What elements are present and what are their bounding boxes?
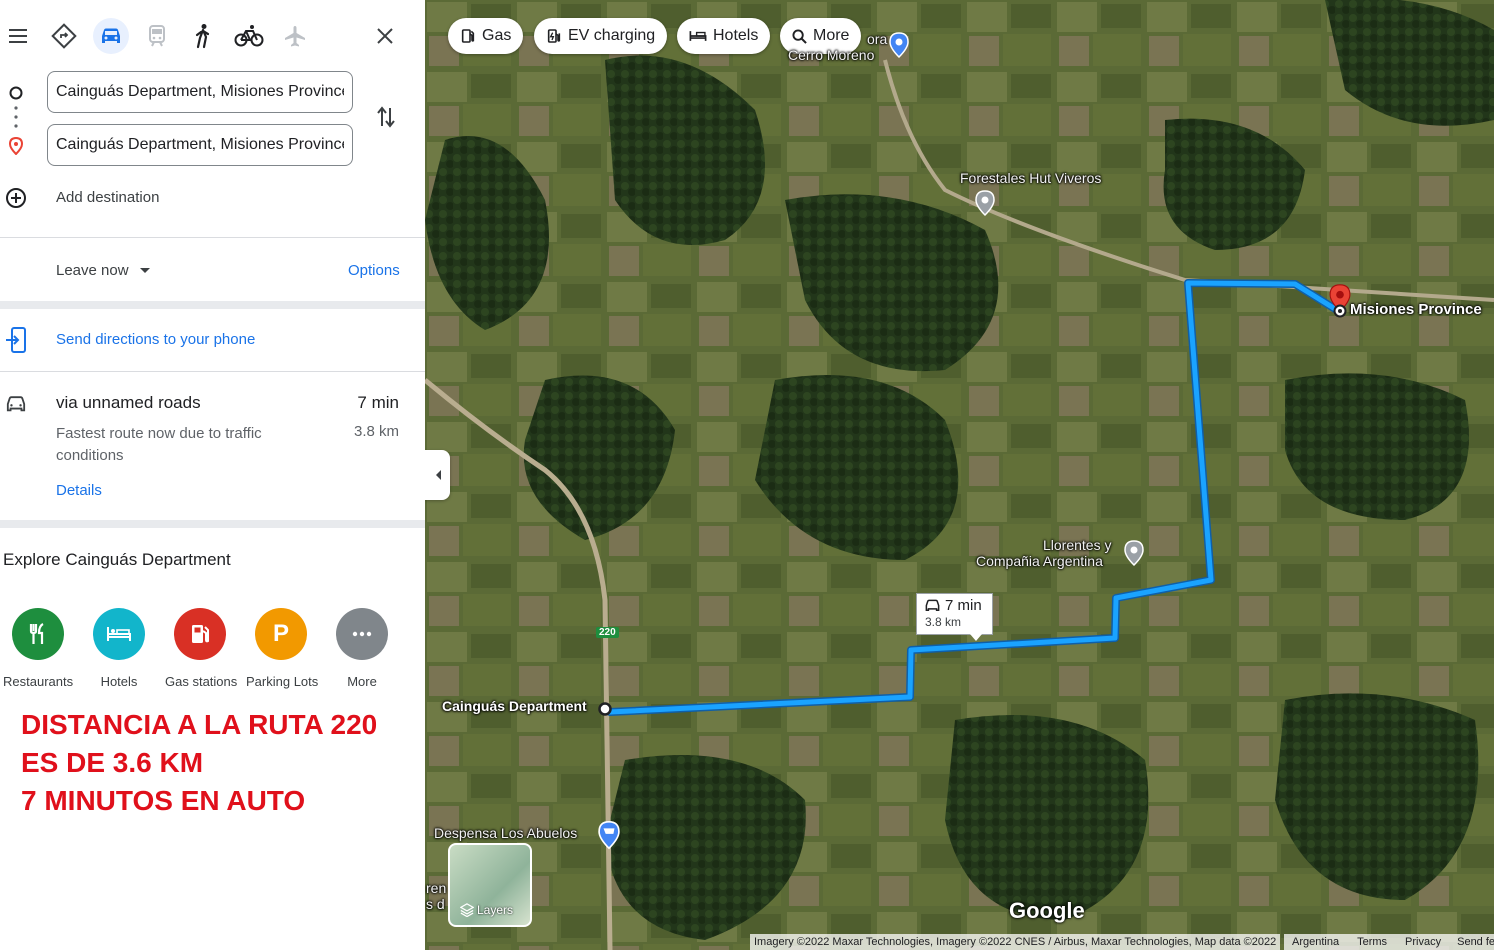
annotation-line: ES DE 3.6 KM — [21, 747, 204, 778]
route-box-distance: 3.8 km — [925, 615, 962, 629]
hotels-chip[interactable]: Hotels — [677, 18, 771, 54]
section-separator — [0, 520, 425, 528]
search-icon — [792, 28, 807, 44]
send-to-phone-icon[interactable] — [5, 327, 27, 358]
layers-icon — [460, 903, 474, 917]
place-pin-icon[interactable] — [1124, 539, 1144, 572]
route-card[interactable]: via unnamed roads 7 min Fastest route no… — [0, 372, 425, 520]
origin-circle-icon — [9, 86, 23, 105]
route-dots — [14, 106, 18, 135]
leave-now-label: Leave now — [56, 262, 129, 279]
ev-charger-icon — [547, 29, 561, 43]
country-link[interactable]: Argentina — [1292, 936, 1339, 948]
map-label: Llorentes y — [1043, 537, 1112, 553]
annotation-line: DISTANCIA A LA RUTA 220 — [21, 709, 378, 740]
gas-chip[interactable]: Gas — [448, 18, 524, 54]
parking-icon: P — [255, 608, 307, 660]
menu-icon[interactable] — [0, 18, 36, 54]
explore-title: Explore Cainguás Department — [3, 550, 231, 569]
car-icon — [925, 599, 940, 612]
fuel-icon — [461, 29, 475, 43]
google-logo: Google — [1009, 898, 1085, 923]
best-route-icon[interactable] — [46, 18, 82, 54]
map-footer-links: Argentina Terms Privacy Send fe — [1284, 934, 1494, 950]
destination-input[interactable]: Cainguás Department, Misiones Province — [47, 124, 353, 166]
bike-icon[interactable] — [231, 18, 267, 54]
car-icon[interactable] — [93, 18, 129, 54]
chevron-left-icon — [435, 470, 441, 480]
explore-parking-button[interactable]: P Parking Lots — [246, 608, 319, 689]
imagery-credit: Imagery ©2022 Maxar Technologies, Imager… — [750, 934, 1281, 950]
bed-icon — [689, 31, 707, 41]
map-label: ora — [867, 31, 888, 47]
satellite-map[interactable]: Gas EV charging Hotels More ora Cerro Mo… — [425, 0, 1494, 950]
details-link[interactable]: Details — [56, 482, 102, 499]
explore-hotels-button[interactable]: Hotels — [84, 608, 154, 689]
travel-mode-bar — [0, 14, 425, 58]
collapse-panel-button[interactable] — [425, 450, 450, 500]
map-label: ren — [426, 880, 447, 896]
explore-more-button[interactable]: More — [327, 608, 397, 689]
map-label: Cerro Moreno — [788, 47, 875, 63]
fork-knife-icon — [12, 608, 64, 660]
annotation-text: DISTANCIA A LA RUTA 220 ES DE 3.6 KM 7 M… — [21, 706, 377, 820]
destination-marker-icon — [1333, 304, 1347, 323]
ev-charging-chip[interactable]: EV charging — [534, 18, 668, 54]
plane-icon[interactable] — [277, 18, 313, 54]
annotation-line: 7 MINUTOS EN AUTO — [21, 785, 306, 816]
bed-icon — [93, 608, 145, 660]
route-shield: 220 — [596, 627, 619, 638]
destination-pin-icon — [8, 136, 24, 160]
place-pin-icon[interactable] — [975, 189, 995, 222]
shop-pin-icon[interactable] — [598, 820, 620, 855]
add-destination-icon[interactable] — [5, 187, 27, 214]
divider — [0, 237, 425, 238]
explore-label: Hotels — [100, 674, 138, 689]
route-via: via unnamed roads — [56, 393, 201, 412]
more-dots-icon — [336, 608, 388, 660]
section-separator — [0, 301, 425, 309]
route-line — [606, 279, 1344, 716]
explore-label: Gas stations — [165, 674, 238, 689]
privacy-link[interactable]: Privacy — [1405, 936, 1441, 948]
directions-panel: Cainguás Department, Misiones Province C… — [0, 0, 425, 950]
explore-label: Restaurants — [3, 674, 74, 689]
origin-input[interactable]: Cainguás Department, Misiones Province — [47, 71, 353, 113]
close-icon[interactable] — [367, 18, 403, 54]
route-note: Fastest route now due to traffic conditi… — [56, 425, 262, 464]
place-pin-icon[interactable] — [889, 32, 909, 63]
layers-label: Layers — [477, 903, 514, 917]
explore-label: Parking Lots — [246, 674, 319, 689]
map-label: Despensa Los Abuelos — [434, 825, 578, 841]
leave-now-dropdown[interactable]: Leave now — [56, 262, 151, 279]
map-label: s d — [426, 896, 445, 912]
send-feedback-link[interactable]: Send fe — [1457, 936, 1494, 948]
fuel-icon — [174, 608, 226, 660]
map-label-origin: Cainguás Department — [442, 698, 587, 714]
map-label-destination: Misiones Province — [1350, 301, 1482, 318]
map-label: Compañia Argentina — [976, 553, 1103, 569]
chevron-down-icon — [139, 267, 150, 273]
swap-icon[interactable] — [374, 104, 398, 135]
add-destination-label[interactable]: Add destination — [56, 189, 159, 206]
options-link[interactable]: Options — [348, 262, 400, 279]
layers-button[interactable]: Layers — [448, 843, 532, 927]
origin-marker-icon — [598, 702, 612, 721]
map-label: Forestales Hut Viveros — [960, 170, 1102, 186]
train-icon[interactable] — [139, 18, 175, 54]
route-box-time: 7 min — [945, 597, 982, 614]
explore-label: More — [347, 674, 377, 689]
route-info-box[interactable]: 7 min 3.8 km — [916, 593, 993, 635]
send-directions-link[interactable]: Send directions to your phone — [56, 331, 255, 348]
route-distance: 3.8 km — [353, 423, 399, 440]
terms-link[interactable]: Terms — [1357, 936, 1387, 948]
route-box-pointer — [970, 634, 982, 641]
walk-icon[interactable] — [185, 18, 221, 54]
car-icon — [5, 394, 27, 419]
explore-gas-button[interactable]: Gas stations — [165, 608, 238, 689]
route-time: 7 min — [357, 393, 399, 412]
explore-restaurants-button[interactable]: Restaurants — [3, 608, 73, 689]
